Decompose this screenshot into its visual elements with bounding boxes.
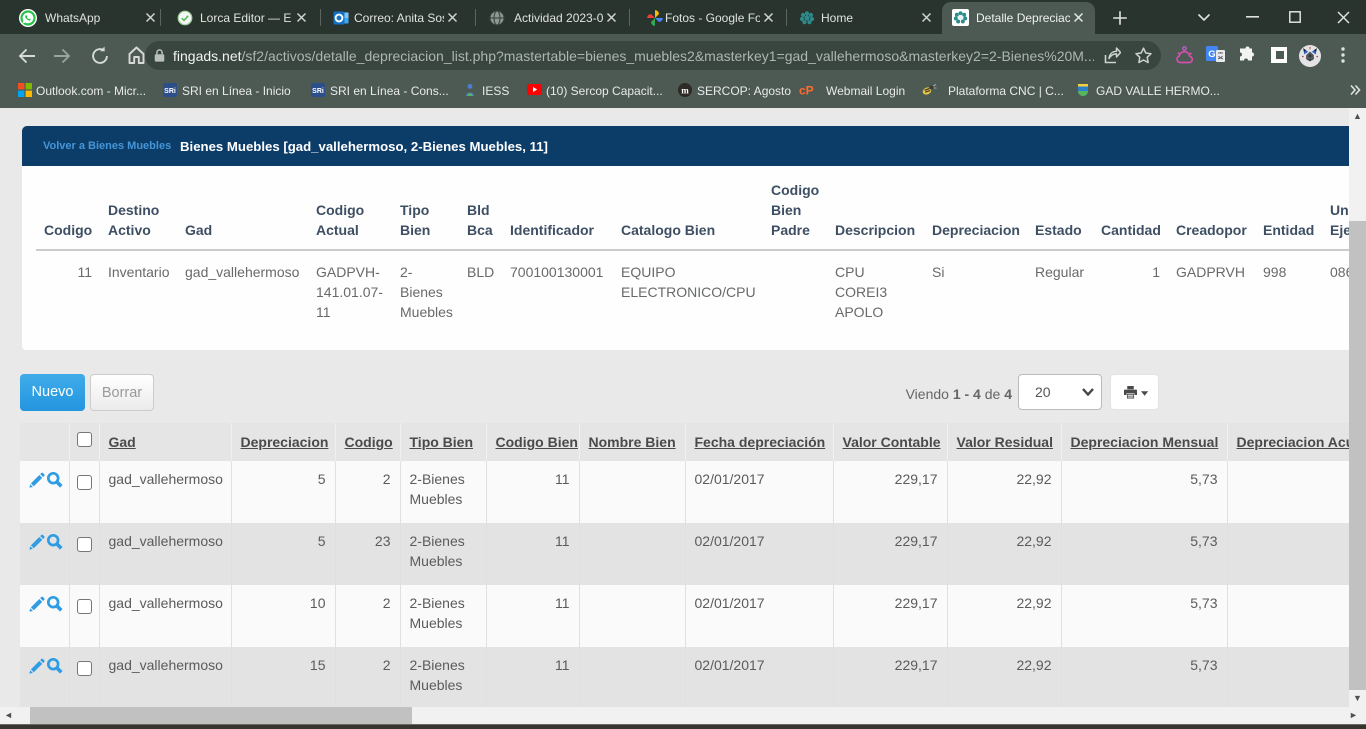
svg-text:cP: cP (799, 84, 814, 98)
svg-text:G: G (1208, 49, 1215, 60)
svg-text:SRi: SRi (164, 88, 176, 95)
svg-text:m: m (681, 85, 689, 95)
svg-text:SRi: SRi (312, 88, 324, 95)
